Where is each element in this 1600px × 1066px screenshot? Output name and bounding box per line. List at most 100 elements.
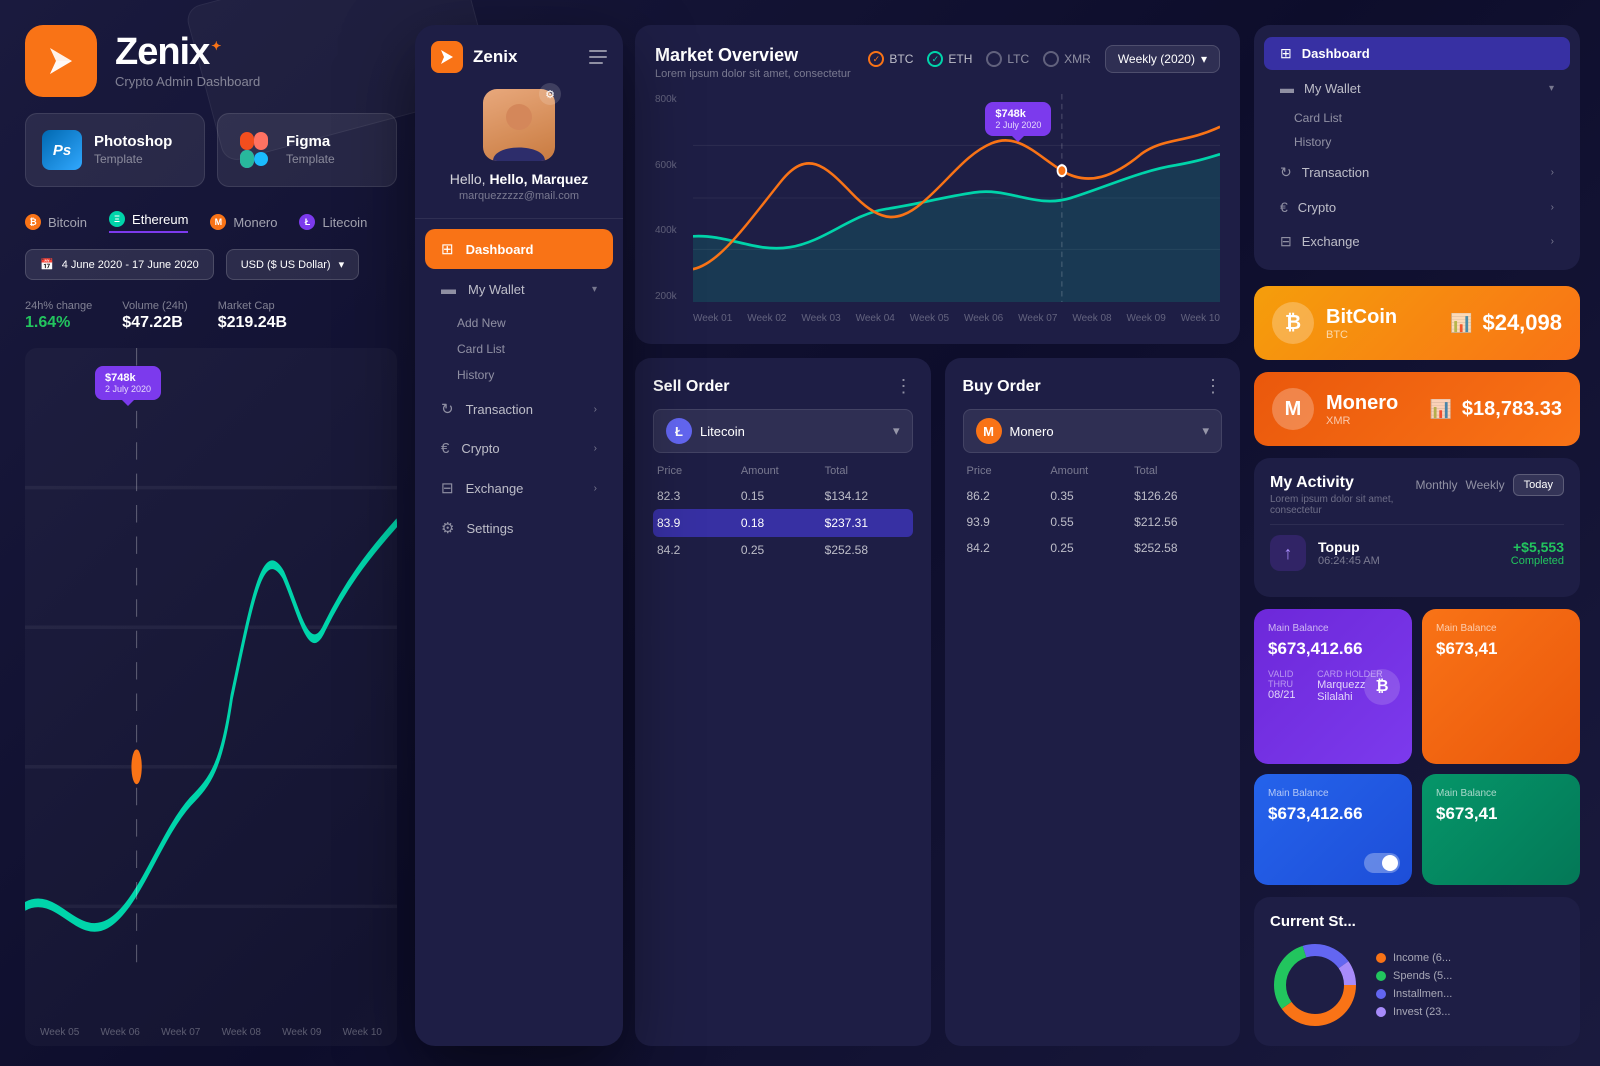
stat-change: 24h% change 1.64% — [25, 296, 92, 332]
activity-title: My Activity — [1270, 474, 1415, 492]
sell-r2-total: $237.31 — [825, 516, 909, 530]
bitcoin-tab-label: Bitcoin — [48, 215, 87, 230]
dashboard-label: Dashboard — [466, 242, 534, 257]
chevron-down-icon: ▾ — [339, 258, 345, 271]
mini-chart-x-labels: Week 05Week 06Week 07Week 08Week 09Week … — [25, 1027, 397, 1038]
stat-volume: Volume (24h) $47.22B — [122, 296, 187, 332]
hamburger-icon[interactable] — [589, 50, 607, 64]
legend-income: Income (6... — [1376, 952, 1452, 964]
monero-card-right: 📊 $18,783.33 — [1429, 398, 1562, 421]
sidebar-item-dashboard[interactable]: ⊞ Dashboard — [425, 229, 613, 269]
filter-ltc[interactable]: LTC — [986, 51, 1029, 67]
chart-controls: ✓ BTC ✓ ETH LTC XMR — [868, 45, 1220, 73]
sidebar-logo — [431, 41, 463, 73]
balance-cards-grid: Main Balance $673,412.66 ₿ VALID THRU 08… — [1254, 609, 1580, 885]
monero-chart-icon: 📊 — [1429, 399, 1451, 420]
buy-coin-info: M Monero — [976, 418, 1054, 444]
right-panel: ⊞ Dashboard ▬ My Wallet ▾ Card List Hist… — [1240, 25, 1580, 1046]
currency-button[interactable]: USD ($ US Dollar) ▾ — [226, 249, 359, 280]
blue-balance-label: Main Balance — [1268, 788, 1398, 799]
xmr-filter-label: XMR — [1064, 52, 1091, 66]
activity-subtitle: Lorem ipsum dolor sit amet, consectetur — [1270, 494, 1415, 516]
invest-legend-label: Invest (23... — [1393, 1006, 1450, 1018]
tab-litecoin[interactable]: Ł Litecoin — [299, 211, 367, 233]
sidebar-item-transaction[interactable]: ↻ Transaction › — [425, 390, 613, 428]
tab-ethereum[interactable]: Ξ Ethereum — [109, 211, 188, 233]
topup-icon: ↑ — [1270, 535, 1306, 571]
figma-card[interactable]: Figma Template — [217, 113, 397, 187]
bitcoin-card: ₿ BitCoin BTC 📊 $24,098 — [1254, 286, 1580, 360]
tab-monero[interactable]: M Monero — [210, 211, 277, 233]
xmr-filter-check — [1043, 51, 1059, 67]
buy-coin-selector[interactable]: M Monero ▾ — [963, 409, 1223, 453]
top-nav-crypto[interactable]: € Crypto › — [1264, 191, 1570, 223]
top-nav-wallet[interactable]: ▬ My Wallet ▾ — [1264, 72, 1570, 104]
activity-tab-weekly[interactable]: Weekly — [1466, 478, 1505, 492]
settings-gear-icon[interactable]: ⚙ — [539, 83, 561, 105]
sell-price-header: Price — [657, 465, 741, 477]
buy-order-card: Buy Order ⋮ M Monero ▾ Price Amount Tota… — [945, 358, 1241, 1046]
sell-amount-header: Amount — [741, 465, 825, 477]
btc-filter-label: BTC — [889, 52, 913, 66]
filter-btc[interactable]: ✓ BTC — [868, 51, 913, 67]
bitcoin-card-left: ₿ BitCoin BTC — [1272, 302, 1397, 344]
nav-sub-add-new[interactable]: Add New — [457, 310, 607, 336]
today-button[interactable]: Today — [1513, 474, 1564, 496]
top-nav-exchange-label: Exchange — [1302, 234, 1360, 249]
top-nav-dashboard[interactable]: ⊞ Dashboard — [1264, 37, 1570, 70]
sell-order-menu-icon[interactable]: ⋮ — [895, 376, 913, 397]
activity-tab-monthly[interactable]: Monthly — [1415, 478, 1457, 492]
sell-r3-total: $252.58 — [825, 543, 909, 557]
buy-amount-header: Amount — [1050, 465, 1134, 477]
buy-row-1: 86.2 0.35 $126.26 — [963, 483, 1223, 509]
buy-coin-chevron: ▾ — [1202, 423, 1209, 439]
current-stats-title: Current St... — [1270, 913, 1564, 930]
filter-row: 📅 4 June 2020 - 17 June 2020 USD ($ US D… — [25, 249, 397, 280]
tab-bitcoin[interactable]: ₿ Bitcoin — [25, 211, 87, 233]
bitcoin-tab-icon: ₿ — [25, 214, 41, 230]
top-nav-transaction[interactable]: ↻ Transaction › — [1264, 156, 1570, 189]
top-nav-exchange[interactable]: ⊟ Exchange › — [1264, 225, 1570, 258]
topup-amounts: +$5,553 Completed — [1511, 539, 1564, 567]
date-range-button[interactable]: 📅 4 June 2020 - 17 June 2020 — [25, 249, 214, 280]
top-nav-card-list[interactable]: Card List — [1294, 106, 1564, 130]
sell-order-title: Sell Order — [653, 378, 729, 396]
sidebar-brand-name: Zenix — [473, 47, 517, 67]
balance-card-green: Main Balance $673,41 — [1422, 774, 1580, 885]
sell-r1-amount: 0.15 — [741, 489, 825, 503]
brand-tagline: Crypto Admin Dashboard — [115, 74, 260, 89]
tooltip-amount: $748k — [105, 372, 151, 384]
filter-xmr[interactable]: XMR — [1043, 51, 1091, 67]
buy-order-menu-icon[interactable]: ⋮ — [1204, 376, 1222, 397]
sell-r3-price: 84.2 — [657, 543, 741, 557]
top-nav-transaction-arrow: › — [1551, 167, 1554, 178]
balance-card-orange: Main Balance $673,41 — [1422, 609, 1580, 764]
sidebar-item-exchange[interactable]: ⊟ Exchange › — [425, 469, 613, 507]
sidebar-item-settings[interactable]: ⚙ Settings — [425, 509, 613, 547]
market-overview-title-section: Market Overview Lorem ipsum dolor sit am… — [655, 45, 851, 80]
change-label: 24h% change — [25, 300, 92, 312]
figma-label: Figma Template — [286, 133, 335, 168]
market-overview-card: Market Overview Lorem ipsum dolor sit am… — [635, 25, 1240, 344]
sidebar-item-crypto[interactable]: € Crypto › — [425, 430, 613, 467]
blue-card-toggle[interactable] — [1364, 853, 1400, 873]
buy-r2-total: $212.56 — [1134, 515, 1218, 529]
chart-x-labels: Week 01Week 02Week 03Week 04Week 05Week … — [693, 313, 1220, 324]
stat-marketcap: Market Cap $219.24B — [218, 296, 287, 332]
sidebar-item-wallet[interactable]: ▬ My Wallet ▾ — [425, 271, 613, 308]
sell-coin-selector[interactable]: Ł Litecoin ▾ — [653, 409, 913, 453]
income-dot — [1376, 953, 1386, 963]
nav-sub-card-list[interactable]: Card List — [457, 336, 607, 362]
nav-sub-history[interactable]: History — [457, 362, 607, 388]
photoshop-card[interactable]: Ps Photoshop Template — [25, 113, 205, 187]
sell-coin-name: Litecoin — [700, 424, 745, 439]
monero-info: Monero XMR — [1326, 392, 1398, 427]
period-chevron-icon: ▾ — [1201, 52, 1207, 66]
buy-coin-name: Monero — [1010, 424, 1054, 439]
top-nav-wallet-history[interactable]: History — [1294, 130, 1564, 154]
wallet-chevron-icon: ▾ — [592, 284, 597, 295]
activity-row-topup: ↑ Topup 06:24:45 AM +$5,553 Completed — [1270, 524, 1564, 581]
filter-eth[interactable]: ✓ ETH — [927, 51, 972, 67]
period-select[interactable]: Weekly (2020) ▾ — [1105, 45, 1220, 73]
ltc-filter-label: LTC — [1007, 52, 1029, 66]
